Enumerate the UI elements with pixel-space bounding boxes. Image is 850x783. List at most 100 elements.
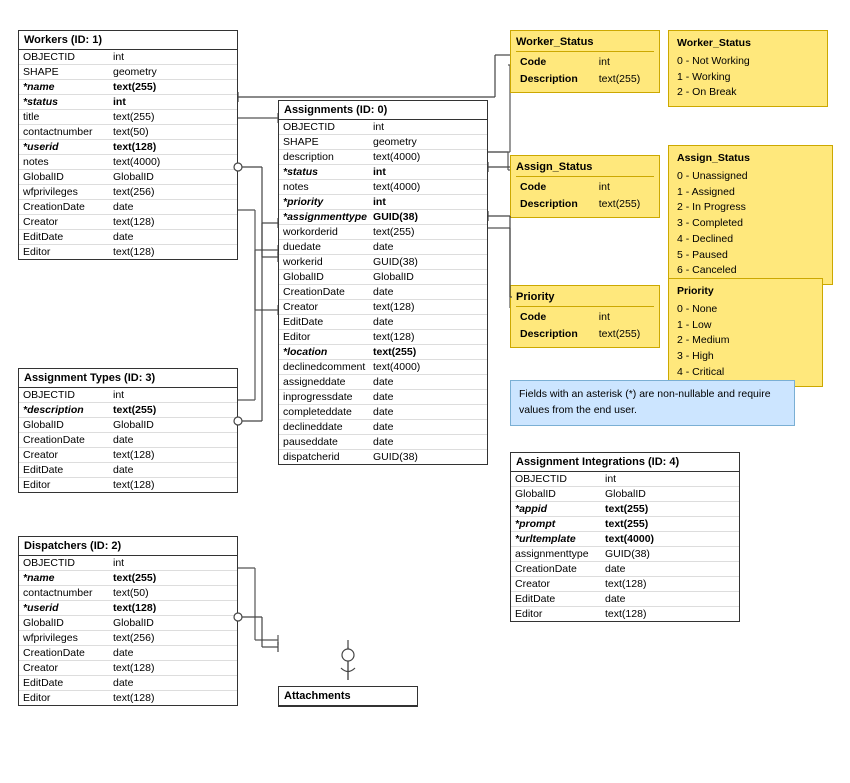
assign-status-table: Code int Description text(255) [516, 179, 654, 215]
table-row: *nametext(255) [19, 571, 237, 586]
diagram-container: Workers (ID: 1) OBJECTIDint SHAPEgeometr… [0, 0, 850, 783]
table-row: EditDatedate [279, 315, 487, 330]
table-row: EditDatedate [19, 230, 237, 245]
priority-title: Priority [516, 289, 654, 307]
table-row: *assignmenttypeGUID(38) [279, 210, 487, 225]
assign-status-item: 1 - Assigned [677, 185, 824, 201]
table-row: CreationDatedate [279, 285, 487, 300]
assignments-header: Assignments (ID: 0) [279, 101, 487, 120]
table-row: Editortext(128) [279, 330, 487, 345]
assign-status-item: 2 - In Progress [677, 200, 824, 216]
table-row: *descriptiontext(255) [19, 403, 237, 418]
priority-item: 4 - Critical [677, 365, 814, 381]
table-row: *locationtext(255) [279, 345, 487, 360]
worker-status-item: 2 - On Break [677, 85, 819, 101]
worker-status-lookup-small: Worker_Status Code int Description text(… [510, 30, 660, 93]
table-row: workorderidtext(255) [279, 225, 487, 240]
table-row: Description text(255) [516, 196, 654, 214]
workers-table: Workers (ID: 1) OBJECTIDint SHAPEgeometr… [18, 30, 238, 260]
assign-status-item: 5 - Paused [677, 248, 824, 264]
table-row: Creatortext(128) [19, 448, 237, 463]
table-row: *appidtext(255) [511, 502, 739, 517]
assign-status-lookup-small: Assign_Status Code int Description text(… [510, 155, 660, 218]
worker-status-values-title: Worker_Status [677, 36, 819, 52]
assign-status-item: 4 - Declined [677, 232, 824, 248]
table-row: CreationDatedate [19, 200, 237, 215]
table-row: Editortext(128) [19, 478, 237, 492]
table-row: SHAPEgeometry [19, 65, 237, 80]
table-row: Editortext(128) [19, 245, 237, 259]
table-row: Creatortext(128) [279, 300, 487, 315]
table-row: GlobalIDGlobalID [19, 616, 237, 631]
assignment-integrations-header: Assignment Integrations (ID: 4) [511, 453, 739, 472]
table-row: dispatcheridGUID(38) [279, 450, 487, 464]
table-row: Creatortext(128) [19, 661, 237, 676]
assign-status-title: Assign_Status [516, 159, 654, 177]
table-row: Editortext(128) [19, 691, 237, 705]
table-row: Description text(255) [516, 326, 654, 344]
table-row: assignmenttypeGUID(38) [511, 547, 739, 562]
table-row: pauseddatedate [279, 435, 487, 450]
table-row: Editortext(128) [511, 607, 739, 621]
table-row: notestext(4000) [19, 155, 237, 170]
dispatchers-header: Dispatchers (ID: 2) [19, 537, 237, 556]
table-row: OBJECTIDint [511, 472, 739, 487]
table-row: GlobalIDGlobalID [19, 418, 237, 433]
table-row: Code int [516, 54, 654, 72]
priority-table: Code int Description text(255) [516, 309, 654, 345]
table-row: GlobalIDGlobalID [19, 170, 237, 185]
table-row: EditDatedate [19, 676, 237, 691]
info-box: Fields with an asterisk (*) are non-null… [510, 380, 795, 426]
table-row: duedatedate [279, 240, 487, 255]
table-row: completeddatedate [279, 405, 487, 420]
assign-status-item: 3 - Completed [677, 216, 824, 232]
table-row: *nametext(255) [19, 80, 237, 95]
worker-status-values: Worker_Status 0 - Not Working 1 - Workin… [668, 30, 828, 107]
assignments-table: Assignments (ID: 0) OBJECTIDint SHAPEgeo… [278, 100, 488, 465]
priority-item: 2 - Medium [677, 333, 814, 349]
table-row: contactnumbertext(50) [19, 125, 237, 140]
info-box-text: Fields with an asterisk (*) are non-null… [519, 388, 771, 416]
assign-status-item: 0 - Unassigned [677, 169, 824, 185]
attachments-header: Attachments [279, 687, 417, 706]
dispatchers-table: Dispatchers (ID: 2) OBJECTIDint *nametex… [18, 536, 238, 706]
table-row: GlobalIDGlobalID [511, 487, 739, 502]
table-row: inprogressdatedate [279, 390, 487, 405]
table-row: Creatortext(128) [19, 215, 237, 230]
priority-item: 0 - None [677, 302, 814, 318]
assign-status-values-title: Assign_Status [677, 151, 824, 167]
table-row: CreationDatedate [511, 562, 739, 577]
table-row: *useridtext(128) [19, 140, 237, 155]
attachments-table: Attachments [278, 686, 418, 707]
assignment-types-table: Assignment Types (ID: 3) OBJECTIDint *de… [18, 368, 238, 493]
worker-status-table: Code int Description text(255) [516, 54, 654, 90]
priority-item: 3 - High [677, 349, 814, 365]
table-row: notestext(4000) [279, 180, 487, 195]
priority-values: Priority 0 - None 1 - Low 2 - Medium 3 -… [668, 278, 823, 387]
table-row: Description text(255) [516, 71, 654, 89]
priority-lookup-small: Priority Code int Description text(255) [510, 285, 660, 348]
table-row: OBJECTIDint [19, 388, 237, 403]
table-row: *useridtext(128) [19, 601, 237, 616]
worker-status-item: 0 - Not Working [677, 54, 819, 70]
table-row: *statusint [19, 95, 237, 110]
table-row: *priorityint [279, 195, 487, 210]
assign-status-values: Assign_Status 0 - Unassigned 1 - Assigne… [668, 145, 833, 285]
table-row: GlobalIDGlobalID [279, 270, 487, 285]
worker-status-title: Worker_Status [516, 34, 654, 52]
table-row: *urltemplatetext(4000) [511, 532, 739, 547]
table-row: *statusint [279, 165, 487, 180]
table-row: *prompttext(255) [511, 517, 739, 532]
table-row: declinedcommenttext(4000) [279, 360, 487, 375]
priority-values-title: Priority [677, 284, 814, 300]
table-row: SHAPEgeometry [279, 135, 487, 150]
assignment-integrations-table: Assignment Integrations (ID: 4) OBJECTID… [510, 452, 740, 622]
table-row: Code int [516, 179, 654, 197]
assignment-types-header: Assignment Types (ID: 3) [19, 369, 237, 388]
workers-table-header: Workers (ID: 1) [19, 31, 237, 50]
assign-status-item: 6 - Canceled [677, 263, 824, 279]
table-row: contactnumbertext(50) [19, 586, 237, 601]
table-row: assigneddatedate [279, 375, 487, 390]
table-row: EditDatedate [19, 463, 237, 478]
table-row: wfprivilegestext(256) [19, 631, 237, 646]
